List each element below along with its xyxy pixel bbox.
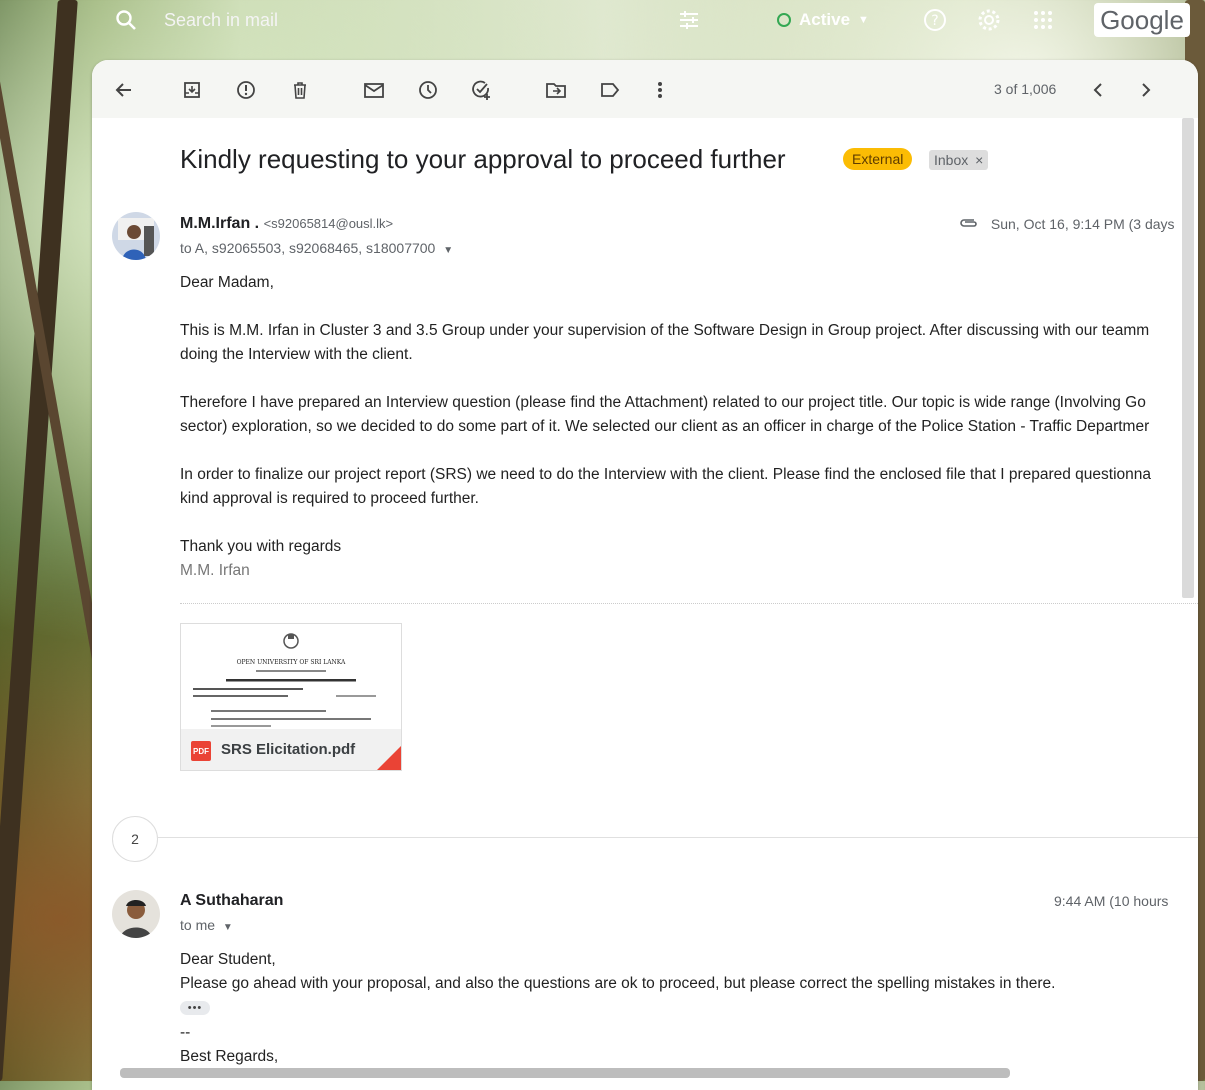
delete-icon[interactable] [288, 78, 312, 102]
label-icon[interactable] [598, 78, 622, 102]
sender-info: M.M.Irfan . <s92065814@ousl.lk> [180, 215, 393, 233]
snooze-icon[interactable] [416, 78, 440, 102]
message-counter: 3 of 1,006 [994, 81, 1057, 97]
paragraph-line: Therefore I have prepared an Interview q… [180, 394, 1146, 411]
message-paragraph: Therefore I have prepared an Interview q… [180, 391, 1149, 439]
message-toolbar: 3 of 1,006 [92, 60, 1198, 118]
paragraph-line: sector) exploration, so we decided to do… [180, 418, 1150, 435]
filter-icon[interactable] [676, 7, 702, 33]
archive-icon[interactable] [180, 78, 204, 102]
attachment-icon [959, 216, 983, 232]
collapsed-divider [158, 837, 1198, 838]
chevron-down-icon: ▼ [222, 922, 233, 933]
attachment-divider [180, 603, 1198, 604]
signature-regards: Best Regards, [180, 1048, 279, 1065]
chevron-down-icon: ▼ [443, 245, 454, 256]
attachment-name: SRS Elicitation.pdf [221, 741, 356, 758]
add-task-icon[interactable] [470, 78, 494, 102]
message-date-text: 9:44 AM (10 hours [1054, 893, 1169, 909]
message-closing: Thank you with regards M.M. Irfan [180, 535, 341, 583]
paragraph-line: kind approval is required to proceed fur… [180, 490, 479, 507]
message-body: Dear Student, Please go ahead with your … [180, 948, 1055, 996]
message-line: Please go ahead with your proposal, and … [180, 975, 1056, 992]
message-paragraph: This is M.M. Irfan in Cluster 3 and 3.5 … [180, 319, 1149, 367]
message-date-text: Sun, Oct 16, 9:14 PM (3 days [990, 216, 1175, 232]
avatar[interactable] [112, 212, 160, 260]
avatar[interactable] [112, 890, 160, 938]
mark-unread-icon[interactable] [362, 78, 386, 102]
pdf-icon: PDF [191, 741, 211, 761]
chevron-down-icon: ▼ [858, 14, 869, 26]
attachment-footer: PDF SRS Elicitation.pdf [181, 729, 401, 770]
top-bar: Active ▼ ? Google [0, 0, 1205, 44]
signature-separator: -- [180, 1024, 191, 1041]
google-logo[interactable]: Google [1094, 3, 1190, 37]
email-subject: Kindly requesting to your approval to pr… [180, 144, 786, 174]
svg-text:?: ? [931, 13, 938, 29]
message-date: Sun, Oct 16, 9:14 PM (3 days [959, 216, 1175, 232]
move-to-icon[interactable] [544, 78, 568, 102]
newer-icon[interactable] [1086, 78, 1110, 102]
message-panel: 3 of 1,006 Kindly requesting to your app… [92, 60, 1198, 1090]
recipients-line[interactable]: to A, s92065503, s92068465, s18007700 ▼ [180, 240, 453, 256]
paragraph-line: This is M.M. Irfan in Cluster 3 and 3.5 … [180, 322, 1150, 339]
search-input[interactable] [162, 9, 446, 32]
message-signature: -- Best Regards, [180, 1021, 278, 1069]
attachment-card[interactable]: OPEN UNIVERSITY OF SRI LANKA PDF SRS Eli… [180, 623, 402, 771]
inbox-label-badge: Inbox × [929, 150, 989, 170]
attachment-preview: OPEN UNIVERSITY OF SRI LANKA [181, 624, 401, 729]
search-icon[interactable] [114, 8, 138, 32]
page-fold-icon [377, 746, 401, 770]
remove-label-icon[interactable]: × [975, 152, 983, 168]
more-icon[interactable] [648, 78, 672, 102]
report-spam-icon[interactable] [234, 78, 258, 102]
message-greeting: Dear Madam, [180, 274, 274, 291]
status-label: Active [799, 10, 851, 29]
paragraph-line: doing the Interview with the client. [180, 346, 413, 363]
sender-email: <s92065814@ousl.lk> [263, 216, 394, 231]
older-icon[interactable] [1134, 78, 1158, 102]
signature: M.M. Irfan [180, 562, 250, 579]
collapsed-messages-count[interactable]: 2 [112, 816, 158, 862]
sender-name[interactable]: M.M.Irfan . [180, 215, 259, 232]
external-label-badge: External [843, 148, 913, 170]
closing-line: Thank you with regards [180, 538, 342, 555]
message-paragraph: In order to finalize our project report … [180, 463, 1151, 511]
recipients-line[interactable]: to me ▼ [180, 917, 233, 933]
preview-title: OPEN UNIVERSITY OF SRI LANKA [237, 659, 346, 666]
message-greeting: Dear Student, [180, 951, 276, 968]
show-trimmed-content-button[interactable]: ••• [180, 1001, 210, 1015]
apps-icon[interactable] [1030, 7, 1056, 33]
vertical-scrollbar[interactable] [1182, 118, 1194, 598]
inbox-label-text: Inbox [934, 152, 969, 168]
help-icon[interactable]: ? [922, 7, 948, 33]
sender-name[interactable]: A Suthaharan [180, 892, 283, 910]
active-status-dot [777, 13, 791, 27]
recipients-text: to me [180, 917, 216, 933]
back-icon[interactable] [112, 78, 136, 102]
horizontal-scrollbar[interactable] [120, 1068, 1010, 1078]
recipients-text: to A, s92065503, s92068465, s18007700 [180, 240, 436, 256]
paragraph-line: In order to finalize our project report … [180, 466, 1152, 483]
settings-icon[interactable] [976, 7, 1002, 33]
status-selector[interactable]: Active ▼ [777, 10, 869, 30]
